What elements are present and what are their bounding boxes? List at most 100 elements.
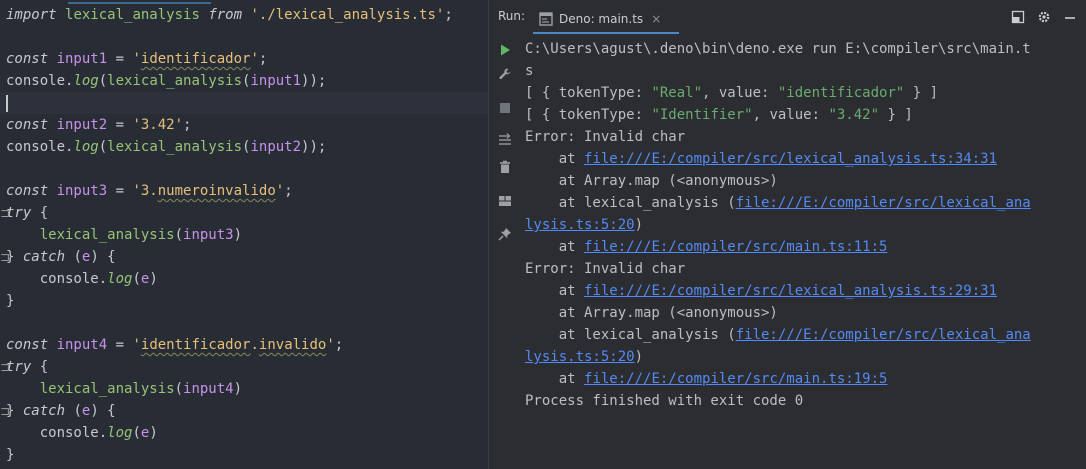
- code-line[interactable]: console.log(lexical_analysis(input1));: [6, 70, 326, 92]
- code-line[interactable]: lexical_analysis(input4): [6, 378, 242, 400]
- stack-trace-link[interactable]: file:///E:/compiler/src/lexical_ana: [736, 195, 1031, 211]
- code-token: (: [132, 271, 141, 287]
- run-icon[interactable]: [498, 43, 512, 57]
- active-tab-indicator: [533, 32, 679, 34]
- restore-layout-icon[interactable]: [1011, 10, 1025, 24]
- pin-icon[interactable]: [498, 227, 512, 241]
- code-token: ): [149, 271, 158, 287]
- code-token: const: [6, 51, 57, 67]
- tab-label: Deno: main.ts: [559, 12, 644, 26]
- run-header: Run: Deno: main.ts ×: [489, 0, 1086, 34]
- code-token: const: [6, 117, 57, 133]
- wrench-icon[interactable]: [498, 67, 512, 81]
- console-text: Error: Invalid char: [525, 129, 686, 145]
- fold-marker[interactable]: ⊐: [0, 202, 10, 224]
- code-token: input3: [56, 183, 108, 199]
- code-line[interactable]: }: [6, 444, 14, 466]
- code-token: }: [6, 293, 15, 309]
- code-line[interactable]: } catch (e) {: [6, 400, 116, 422]
- code-line[interactable]: console.log(e): [6, 268, 158, 290]
- console-line: lysis.ts:5:20): [525, 214, 1085, 236]
- code-token: ;: [258, 51, 268, 67]
- code-token: =: [107, 117, 133, 133]
- code-line[interactable]: } catch (e) {: [6, 246, 116, 268]
- code-token: (: [98, 73, 108, 89]
- fold-marker[interactable]: ⊐: [0, 246, 10, 268]
- code-token: =: [107, 183, 133, 199]
- fold-marker[interactable]: ⊐: [0, 356, 10, 378]
- stack-trace-link[interactable]: lysis.ts:5:20: [525, 217, 635, 233]
- console-line: at Array.map (<anonymous>): [525, 302, 1085, 324]
- console-text: Error: Invalid char: [525, 261, 686, 277]
- console-text: at: [525, 239, 585, 255]
- console-line: [ { tokenType: "Identifier", value: "3.4…: [525, 104, 1085, 126]
- soft-wrap-icon[interactable]: [498, 133, 512, 147]
- stack-trace-link[interactable]: file:///E:/compiler/src/lexical_analysis…: [584, 151, 997, 167]
- code-token: =: [107, 51, 133, 67]
- console-text: s: [525, 63, 534, 79]
- code-line[interactable]: const input1 = 'identificador';: [6, 48, 267, 70]
- stack-trace-link[interactable]: file:///E:/compiler/src/lexical_analysis…: [584, 283, 997, 299]
- close-icon[interactable]: ×: [651, 12, 661, 26]
- code-editor[interactable]: import lexical_analysis from './lexical_…: [0, 0, 488, 469]
- code-token: ) {: [90, 249, 116, 265]
- code-token: log: [107, 425, 133, 441]
- console-line: at file:///E:/compiler/src/lexical_analy…: [525, 280, 1085, 302]
- fold-marker[interactable]: ⊐: [0, 400, 10, 422]
- tab-deno-main[interactable]: Deno: main.ts ×: [533, 4, 679, 34]
- console-text: ): [634, 349, 644, 365]
- console-text: at lexical_analysis (: [525, 327, 736, 343]
- code-line[interactable]: try {: [6, 356, 48, 378]
- code-token: input1: [56, 51, 108, 67]
- console-text: ): [634, 217, 644, 233]
- console-text: , value:: [752, 107, 829, 123]
- code-token: from: [208, 7, 243, 23]
- code-token: ': [250, 51, 259, 67]
- code-token: (: [65, 403, 82, 419]
- console-text: "Identifier": [651, 107, 753, 123]
- code-line[interactable]: const input4 = 'identificador.invalido';: [6, 334, 343, 356]
- code-token: ): [233, 227, 243, 243]
- code-line[interactable]: const input3 = '3.numeroinvalido';: [6, 180, 293, 202]
- code-token: ;: [183, 117, 192, 133]
- code-token: (: [98, 139, 108, 155]
- console-icon: [539, 12, 553, 26]
- console-output[interactable]: C:\Users\agust\.deno\bin\deno.exe run E:…: [525, 38, 1085, 412]
- console-line: at file:///E:/compiler/src/main.ts:19:5: [525, 368, 1085, 390]
- stack-trace-link[interactable]: file:///E:/compiler/src/lexical_ana: [736, 327, 1031, 343]
- trash-icon[interactable]: [498, 160, 512, 174]
- code-line[interactable]: try {: [6, 202, 48, 224]
- console-text: [ { tokenType:: [525, 107, 652, 123]
- minimize-icon[interactable]: [1063, 10, 1077, 24]
- stack-trace-link[interactable]: lysis.ts:5:20: [525, 349, 635, 365]
- code-token: ': [275, 183, 285, 199]
- code-line[interactable]: console.log(lexical_analysis(input2));: [6, 136, 326, 158]
- code-line[interactable]: lexical_analysis(input3): [6, 224, 242, 246]
- code-token: input1: [250, 73, 302, 89]
- console-text: C:\Users\agust\.deno\bin\deno.exe run E:…: [525, 41, 1031, 57]
- code-line[interactable]: console.log(e): [6, 422, 158, 444]
- console-text: , value:: [702, 85, 778, 101]
- run-toolbar: [489, 34, 521, 469]
- code-token: ': [132, 337, 141, 353]
- code-token: .: [250, 337, 259, 353]
- code-token: invalido: [258, 337, 327, 353]
- code-token: catch: [22, 403, 66, 419]
- text-caret: [6, 95, 8, 112]
- code-token: ': [132, 51, 141, 67]
- console-line: at lexical_analysis (file:///E:/compiler…: [525, 192, 1085, 214]
- stop-icon[interactable]: [498, 101, 512, 115]
- layout-icon[interactable]: [498, 194, 512, 208]
- code-line[interactable]: }: [6, 290, 14, 312]
- code-token: input2: [250, 139, 302, 155]
- stack-trace-link[interactable]: file:///E:/compiler/src/main.ts:11:5: [584, 239, 887, 255]
- gear-icon[interactable]: [1037, 10, 1051, 24]
- code-line[interactable]: import lexical_analysis from './lexical_…: [6, 4, 453, 26]
- stack-trace-link[interactable]: file:///E:/compiler/src/main.ts:19:5: [584, 371, 887, 387]
- console-line: Error: Invalid char: [525, 258, 1085, 280]
- code-line[interactable]: const input2 = '3.42';: [6, 114, 191, 136]
- code-token: =: [107, 337, 133, 353]
- code-token: lexical_analysis: [107, 139, 243, 155]
- code-token: ): [233, 381, 243, 397]
